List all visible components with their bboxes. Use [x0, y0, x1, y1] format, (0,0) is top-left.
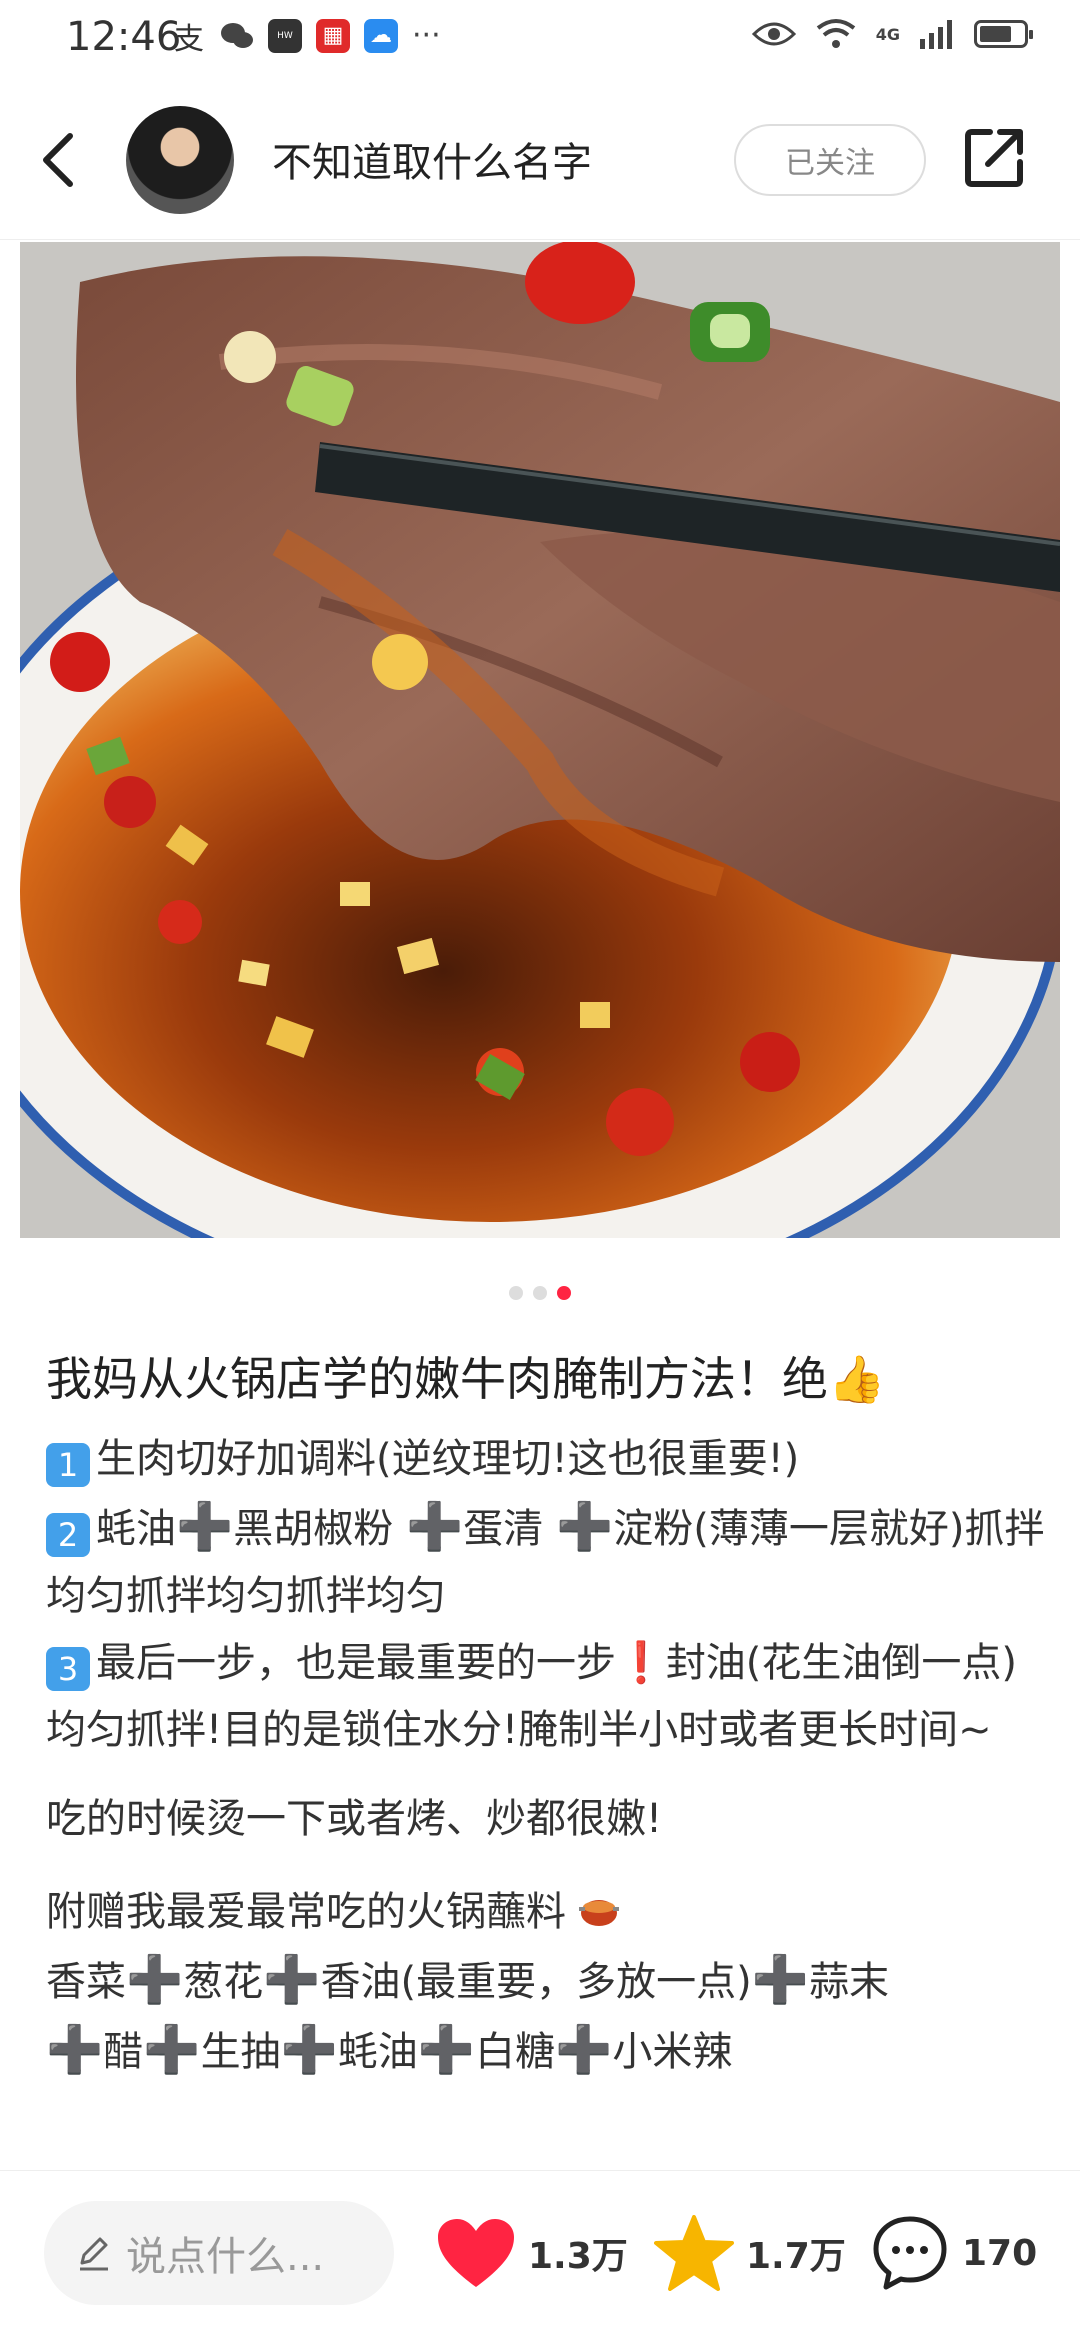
- plus-icon: ➕: [126, 1952, 184, 2006]
- comment-input[interactable]: 说点什么...: [44, 2201, 394, 2305]
- hotpot-icon: [578, 1900, 619, 1926]
- status-bar: 12:46 支 HW ▦ ☁ ··· 4G: [0, 0, 1080, 80]
- keycap-1-icon: 1: [46, 1443, 90, 1487]
- post-image[interactable]: [20, 242, 1060, 1238]
- plus-icon: ➕: [406, 1499, 464, 1553]
- network-type: 4G: [875, 24, 900, 44]
- keycap-2-icon: 2: [46, 1513, 90, 1557]
- share-icon: [965, 129, 1023, 187]
- image-pagination: [0, 1286, 1080, 1300]
- share-button[interactable]: [960, 122, 1030, 192]
- dip-item: 生抽: [200, 2029, 281, 2075]
- exclamation-icon: ❗: [616, 1640, 666, 1686]
- star-icon: [654, 2215, 734, 2291]
- wifi-icon: [816, 19, 855, 48]
- beef-dipping-sauce-photo: [20, 242, 1060, 1238]
- chat-bubble-icon: [873, 2216, 947, 2290]
- dip-item: 醋: [103, 2029, 144, 2075]
- dip-item: 香油(最重要，多放一点): [320, 1959, 752, 2005]
- post-header: 不知道取什么名字 已关注: [0, 80, 1080, 240]
- pagination-dot: [533, 1286, 547, 1300]
- plus-icon: ➕: [556, 1499, 614, 1553]
- step-1-text: 生肉切好加调料(逆纹理切!这也很重要!): [96, 1436, 800, 1482]
- follow-button[interactable]: 已关注: [734, 124, 926, 196]
- store-icon: ▦: [316, 18, 350, 53]
- like-count: 1.3万: [528, 2236, 628, 2277]
- plus-icon: ➕: [143, 2022, 201, 2076]
- post-steps: 1 生肉切好加调料(逆纹理切!这也很重要!) 2 蚝油➕黑胡椒粉 ➕蛋清 ➕淀粉(薄…: [46, 1426, 1046, 1764]
- battery-icon: [974, 20, 1033, 48]
- alipay-icon: 支: [174, 21, 204, 57]
- pagination-dot-active: [557, 1286, 571, 1300]
- dip-title: 附赠我最爱最常吃的火锅蘸料: [46, 1889, 566, 1935]
- plus-icon: ➕: [46, 2022, 104, 2076]
- like-button[interactable]: 1.3万: [436, 2209, 628, 2297]
- plus-icon: ➕: [263, 1952, 321, 2006]
- dip-item: 蚝油: [337, 2029, 418, 2075]
- comment-count: 170: [962, 2232, 1038, 2274]
- wechat-icon: [220, 19, 254, 53]
- back-button[interactable]: [30, 120, 90, 200]
- plus-icon: ➕: [417, 2022, 476, 2076]
- plus-icon: ➕: [751, 1952, 810, 2006]
- collect-count: 1.7万: [746, 2236, 846, 2277]
- post-dip-section: 附赠我最爱最常吃的火锅蘸料 香菜➕葱花➕香油(最重要，多放一点)➕蒜末 ➕醋➕生…: [46, 1879, 1046, 2086]
- pencil-icon: [80, 2237, 108, 2271]
- notification-icons: 支 HW ▦ ☁ ···: [172, 18, 441, 57]
- plus-icon: ➕: [280, 2022, 338, 2076]
- step-2-text-a: 蚝油: [96, 1506, 176, 1552]
- author-name[interactable]: 不知道取什么名字: [272, 130, 592, 188]
- dip-item: 白糖: [475, 2029, 556, 2075]
- step-3-text-a: 最后一步，也是最重要的一步: [96, 1640, 616, 1686]
- signal-icon: [920, 20, 952, 49]
- comment-placeholder: 说点什么...: [126, 2234, 325, 2280]
- dip-item: 香菜: [46, 1959, 126, 2005]
- plus-icon: ➕: [176, 1499, 234, 1553]
- collect-button[interactable]: 1.7万: [654, 2209, 846, 2297]
- post-paragraph-eat: 吃的时候烫一下或者烤、炒都很嫩!: [46, 1796, 663, 1842]
- pagination-dot: [509, 1286, 523, 1300]
- plus-icon: ➕: [555, 2022, 613, 2076]
- keycap-3-icon: 3: [46, 1647, 90, 1691]
- dip-item: 蒜末: [809, 1959, 890, 2005]
- author-avatar[interactable]: [126, 106, 234, 214]
- step-2-text-b: 黑胡椒粉: [233, 1506, 406, 1552]
- step-2-text-c: 蛋清: [463, 1506, 556, 1552]
- comments-button[interactable]: 170: [870, 2209, 1037, 2297]
- status-time: 12:46: [66, 14, 182, 60]
- post-body: 1 生肉切好加调料(逆纹理切!这也很重要!) 2 蚝油➕黑胡椒粉 ➕蛋清 ➕淀粉(薄…: [46, 1426, 1046, 2112]
- weather-icon: ☁: [364, 18, 398, 53]
- eye-icon: [751, 22, 796, 46]
- heart-icon: [438, 2219, 514, 2287]
- huawei-app-icon: HW: [268, 18, 302, 53]
- dip-item: 葱花: [183, 1959, 264, 2005]
- chevron-left-icon: [43, 133, 73, 187]
- more-dots-icon: ···: [412, 18, 441, 53]
- bottom-action-bar: 说点什么... 1.3万 1.7万 170: [0, 2170, 1080, 2340]
- post-title: 我妈从火锅店学的嫩牛肉腌制方法！绝👍: [46, 1352, 886, 1406]
- dip-item: 小米辣: [612, 2029, 733, 2075]
- system-icons: 4G: [751, 18, 1033, 50]
